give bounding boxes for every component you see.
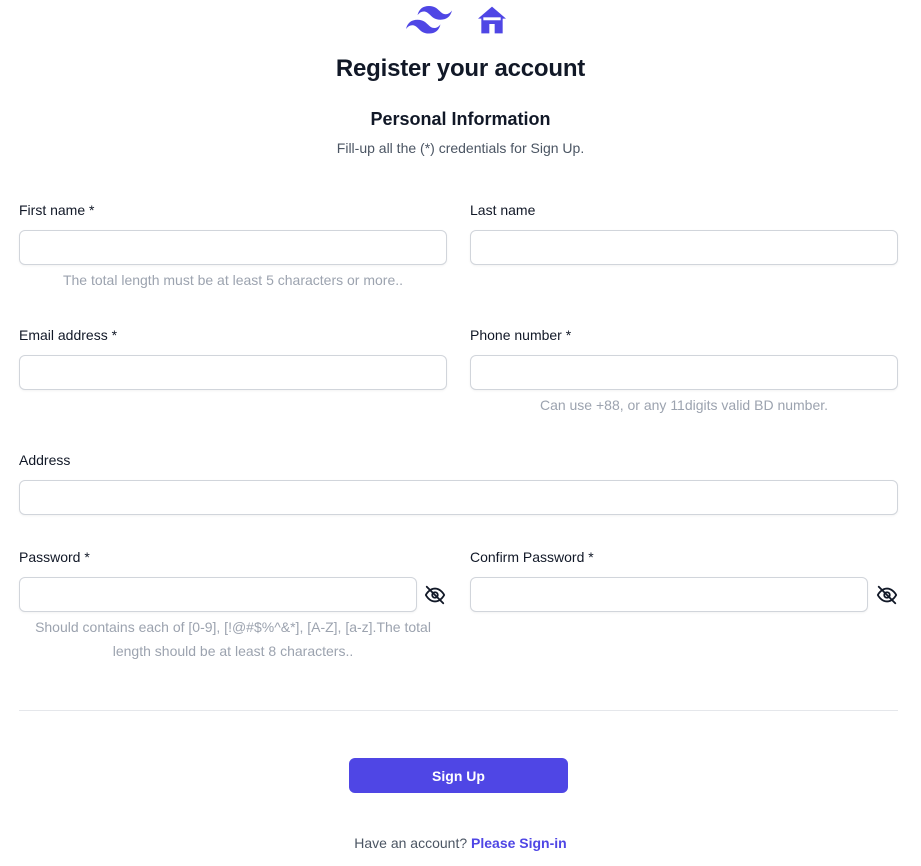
section-description: Fill-up all the (*) credentials for Sign… (336, 140, 585, 156)
address-input[interactable] (19, 480, 898, 515)
address-label: Address (19, 452, 71, 468)
password-label: Password * (19, 549, 90, 565)
divider (19, 710, 898, 711)
eye-off-icon[interactable] (424, 584, 446, 606)
eye-off-icon[interactable] (876, 584, 898, 606)
phone-label: Phone number * (470, 327, 572, 343)
email-label: Email address * (19, 327, 118, 343)
first-name-input[interactable] (19, 230, 447, 265)
password-hint-line1: Should contains each of [0-9], [!@#$%^&*… (35, 619, 431, 635)
signin-prompt: Have an account? (354, 835, 468, 851)
phone-hint: Can use +88, or any 11digits valid BD nu… (539, 397, 829, 413)
confirm-password-label: Confirm Password * (470, 549, 594, 565)
logo-bar (0, 2, 921, 36)
home-icon[interactable] (475, 4, 509, 36)
password-input[interactable] (19, 577, 417, 612)
password-hint-line2: length should be at least 8 characters.. (112, 643, 354, 659)
confirm-password-input[interactable] (470, 577, 868, 612)
last-name-input[interactable] (470, 230, 898, 265)
sign-in-link[interactable]: Please Sign-in (471, 835, 567, 851)
phone-input[interactable] (470, 355, 898, 390)
last-name-label: Last name (470, 202, 536, 218)
section-title: Personal Information (370, 109, 551, 129)
wind-logo-icon[interactable] (406, 5, 452, 35)
sign-up-button[interactable]: Sign Up (349, 758, 568, 793)
first-name-hint: The total length must be at least 5 char… (62, 272, 404, 288)
signin-footer: Have an account? Please Sign-in (0, 835, 921, 851)
page-title: Register your account (335, 55, 586, 82)
email-input[interactable] (19, 355, 447, 390)
first-name-label: First name * (19, 202, 95, 218)
